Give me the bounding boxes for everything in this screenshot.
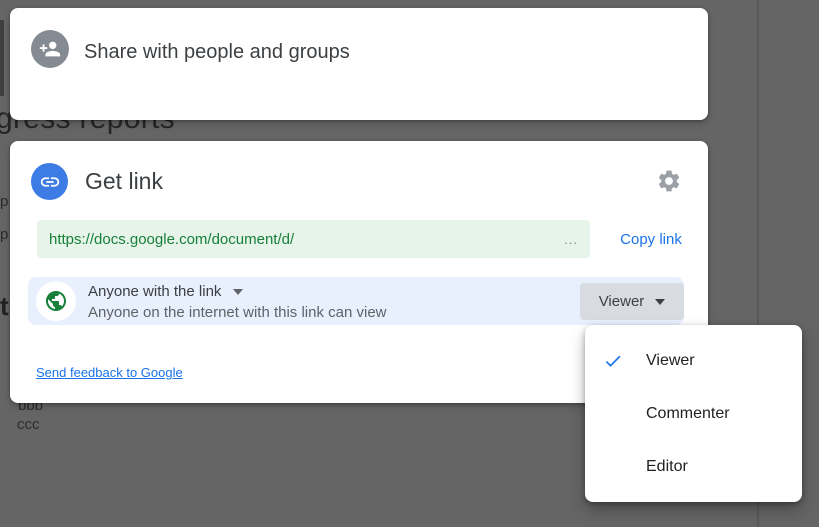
access-scope-selector[interactable]: Anyone with the link bbox=[88, 283, 387, 301]
background-doc-text: p bbox=[0, 193, 8, 210]
send-feedback-link[interactable]: Send feedback to Google bbox=[36, 365, 183, 380]
background-doc-mark bbox=[0, 20, 4, 96]
background-doc-text: p bbox=[0, 226, 8, 243]
menu-item-commenter[interactable]: Commenter bbox=[585, 387, 802, 440]
globe-icon bbox=[36, 281, 76, 321]
role-dropdown-button[interactable]: Viewer bbox=[580, 283, 684, 320]
share-link-url: https://docs.google.com/document/d/ bbox=[49, 231, 564, 248]
chevron-down-icon bbox=[655, 299, 665, 305]
role-dropdown-label: Viewer bbox=[599, 293, 645, 310]
background-doc-text: t bbox=[0, 291, 9, 322]
link-settings-button[interactable] bbox=[655, 167, 683, 195]
share-people-title: Share with people and groups bbox=[84, 42, 350, 62]
person-add-icon bbox=[31, 30, 69, 68]
menu-item-label: Editor bbox=[646, 458, 688, 476]
menu-item-label: Viewer bbox=[646, 352, 695, 370]
menu-item-editor[interactable]: Editor bbox=[585, 440, 802, 493]
link-access-row: Anyone with the link Anyone on the inter… bbox=[28, 277, 684, 325]
access-scope-label: Anyone with the link bbox=[88, 283, 221, 301]
gear-icon bbox=[656, 168, 682, 194]
check-icon bbox=[603, 351, 623, 371]
menu-item-viewer[interactable]: Viewer bbox=[585, 334, 802, 387]
role-menu: Viewer Commenter Editor bbox=[585, 325, 802, 502]
menu-item-label: Commenter bbox=[646, 405, 730, 423]
share-link-field[interactable]: https://docs.google.com/document/d/ ... bbox=[37, 220, 590, 258]
background-doc-text: ccc bbox=[17, 416, 40, 433]
share-people-card[interactable]: Share with people and groups bbox=[10, 8, 708, 120]
share-link-ellipsis: ... bbox=[564, 232, 578, 247]
share-overlay: gress reports p p t bbb ccc Share with p… bbox=[0, 0, 819, 527]
copy-link-button[interactable]: Copy link bbox=[596, 221, 706, 257]
get-link-title: Get link bbox=[85, 168, 163, 194]
access-scope-description: Anyone on the internet with this link ca… bbox=[88, 304, 387, 322]
link-icon bbox=[31, 163, 68, 200]
chevron-down-icon bbox=[233, 289, 243, 295]
